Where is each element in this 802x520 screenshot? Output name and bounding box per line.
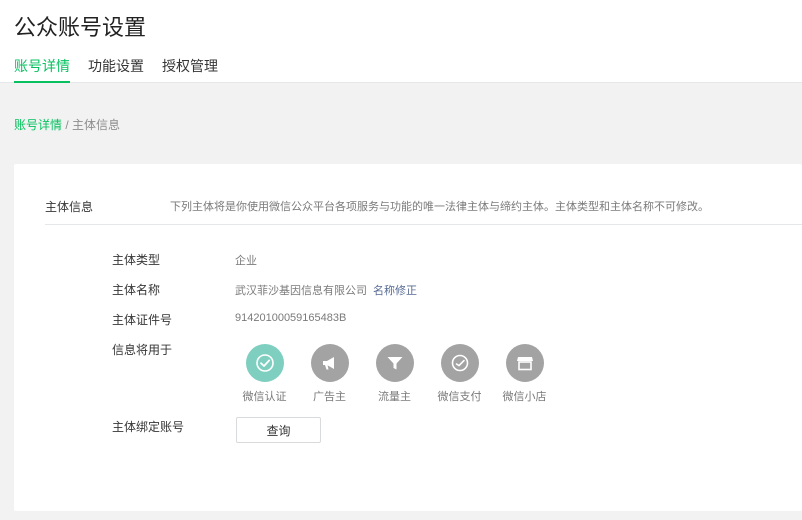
section-title: 主体信息 <box>45 200 94 214</box>
usage-list: 微信认证 广告主 流量主 微信支付 微信小店 <box>232 344 557 404</box>
usage-label: 微信小店 <box>502 391 547 403</box>
name-correction-link[interactable]: 名称修正 <box>373 285 417 297</box>
query-button[interactable]: 查询 <box>236 417 321 443</box>
bound-accounts-label: 主体绑定账号 <box>112 420 185 434</box>
section-header: 主体信息 下列主体将是你使用微信公众平台各项服务与功能的唯一法律主体与缔约主体。… <box>45 187 802 225</box>
check-icon <box>245 344 284 382</box>
funnel-icon <box>375 344 414 382</box>
info-usage-label: 信息将用于 <box>112 343 173 357</box>
usage-wechat-store: 微信小店 <box>492 344 557 404</box>
tab-feature-settings[interactable]: 功能设置 <box>88 56 144 83</box>
page-title: 公众账号设置 <box>14 15 147 40</box>
usage-label: 微信支付 <box>437 391 482 403</box>
tab-account-details[interactable]: 账号详情 <box>14 56 70 83</box>
section-description: 下列主体将是你使用微信公众平台各项服务与功能的唯一法律主体与缔约主体。主体类型和… <box>170 201 709 213</box>
usage-label: 流量主 <box>378 391 411 403</box>
usage-wechat-verification: 微信认证 <box>232 344 297 404</box>
usage-label: 微信认证 <box>242 391 287 403</box>
breadcrumb: 账号详情 / 主体信息 <box>14 116 120 133</box>
breadcrumb-current: 主体信息 <box>72 118 121 132</box>
entity-name-row: 武汉菲沙基因信息有限公司 名称修正 <box>235 282 417 298</box>
entity-name-value: 武汉菲沙基因信息有限公司 <box>235 285 367 297</box>
entity-info-card: 主体信息 下列主体将是你使用微信公众平台各项服务与功能的唯一法律主体与缔约主体。… <box>14 164 802 511</box>
usage-traffic-host: 流量主 <box>362 344 427 404</box>
breadcrumb-link-account-details[interactable]: 账号详情 <box>14 118 62 132</box>
header: 公众账号设置 账号详情 功能设置 授权管理 <box>0 0 802 83</box>
usage-label: 广告主 <box>313 391 346 403</box>
tab-authorization[interactable]: 授权管理 <box>162 56 218 83</box>
entity-type-value: 企业 <box>235 255 257 267</box>
usage-wechat-pay: 微信支付 <box>427 344 492 404</box>
megaphone-icon <box>310 344 349 382</box>
pay-icon <box>440 344 479 382</box>
tab-bar: 账号详情 功能设置 授权管理 <box>14 56 236 83</box>
entity-type-label: 主体类型 <box>112 253 161 267</box>
store-icon <box>505 344 544 382</box>
entity-cert-value: 91420100059165483B <box>235 312 347 324</box>
breadcrumb-separator: / <box>62 118 73 132</box>
entity-cert-label: 主体证件号 <box>112 313 173 327</box>
usage-advertiser: 广告主 <box>297 344 362 404</box>
entity-name-label: 主体名称 <box>112 283 161 297</box>
